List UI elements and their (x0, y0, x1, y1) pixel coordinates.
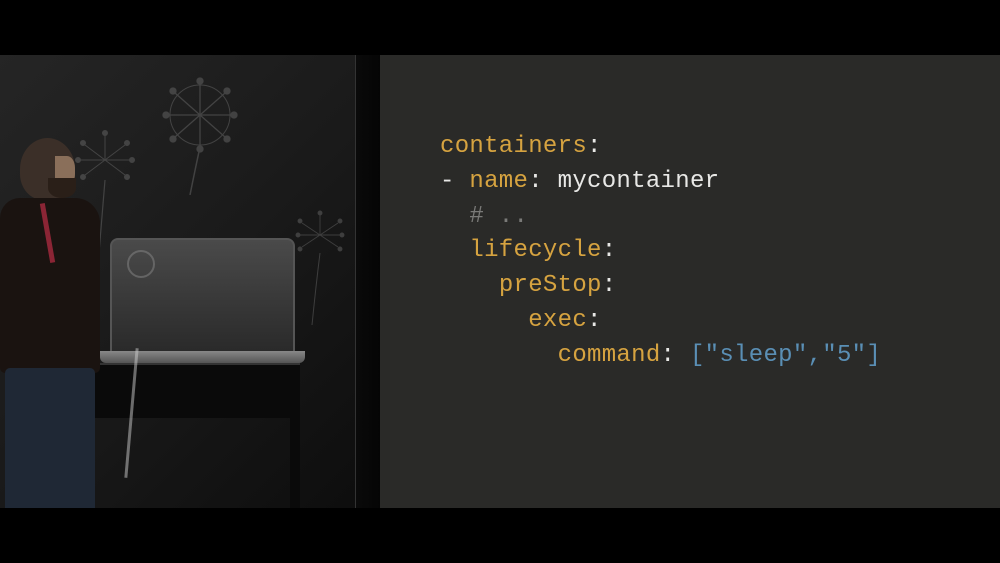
yaml-key: command (558, 342, 661, 369)
presenter (0, 108, 140, 508)
dandelion-decoration-icon (140, 75, 260, 195)
code-line-6: exec: (440, 304, 980, 339)
code-line-1: containers: (440, 130, 980, 165)
slide-content: containers: - name: mycontainer # .. lif… (380, 55, 1000, 508)
yaml-code-block: containers: - name: mycontainer # .. lif… (440, 130, 980, 374)
yaml-array-value: ["sleep","5"] (690, 342, 881, 369)
yaml-comment: # .. (469, 203, 528, 230)
code-line-2: - name: mycontainer (440, 165, 980, 200)
yaml-key: exec (528, 307, 587, 334)
yaml-key: containers (440, 133, 587, 160)
letterbox-top (0, 0, 1000, 55)
yaml-value: mycontainer (558, 168, 720, 195)
letterbox-bottom (0, 508, 1000, 563)
yaml-key: name (469, 168, 528, 195)
code-line-7: command: ["sleep","5"] (440, 339, 980, 374)
video-frame: containers: - name: mycontainer # .. lif… (0, 55, 1000, 508)
code-line-3: # .. (440, 200, 980, 235)
yaml-key: lifecycle (469, 237, 601, 264)
code-line-5: preStop: (440, 269, 980, 304)
camera-feed (0, 55, 380, 508)
stage-frame (355, 55, 380, 508)
code-line-4: lifecycle: (440, 234, 980, 269)
yaml-key: preStop (499, 272, 602, 299)
